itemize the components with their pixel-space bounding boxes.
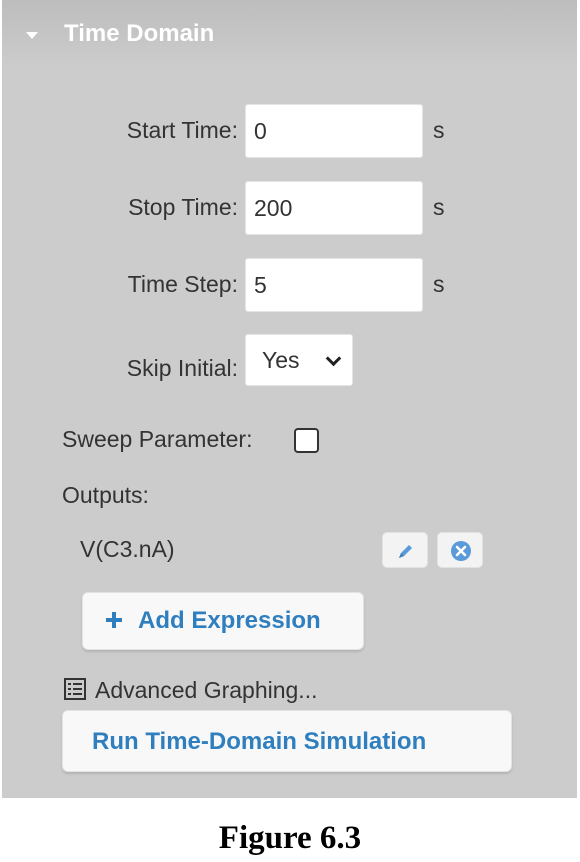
run-simulation-label: Run Time-Domain Simulation xyxy=(92,728,427,755)
edit-output-button[interactable] xyxy=(382,532,428,568)
collapse-triangle-icon[interactable] xyxy=(26,32,38,39)
outputs-label: Outputs: xyxy=(62,482,149,508)
list-icon xyxy=(64,678,86,700)
sweep-parameter-label: Sweep Parameter: xyxy=(62,426,253,452)
time-step-label: Time Step: xyxy=(127,271,238,297)
time-step-input[interactable] xyxy=(245,258,423,312)
panel-header[interactable]: Time Domain xyxy=(2,0,577,68)
start-time-unit: s xyxy=(433,117,445,143)
output-expression: V(C3.nA) xyxy=(80,536,175,562)
plus-icon xyxy=(106,612,122,628)
add-expression-label: Add Expression xyxy=(138,607,321,634)
stop-time-input[interactable] xyxy=(245,181,423,235)
add-expression-button[interactable]: Add Expression xyxy=(82,592,364,650)
chevron-down-icon xyxy=(325,350,342,367)
figure-caption: Figure 6.3 xyxy=(218,820,362,856)
start-time-label: Start Time: xyxy=(126,117,238,143)
stop-time-label: Stop Time: xyxy=(128,194,238,220)
skip-initial-select[interactable]: Yes xyxy=(245,334,353,386)
start-time-input[interactable] xyxy=(245,104,423,158)
advanced-graphing-link[interactable]: Advanced Graphing... xyxy=(95,677,317,704)
panel-title: Time Domain xyxy=(64,20,215,47)
pencil-icon xyxy=(399,545,412,558)
skip-initial-value: Yes xyxy=(262,347,300,373)
sweep-parameter-checkbox[interactable] xyxy=(294,428,319,453)
time-step-unit: s xyxy=(433,271,445,297)
run-simulation-button[interactable]: Run Time-Domain Simulation xyxy=(62,710,512,772)
stop-time-unit: s xyxy=(433,194,445,220)
delete-output-button[interactable] xyxy=(437,532,483,568)
close-circle-icon xyxy=(451,541,471,561)
skip-initial-label: Skip Initial: xyxy=(126,355,238,381)
